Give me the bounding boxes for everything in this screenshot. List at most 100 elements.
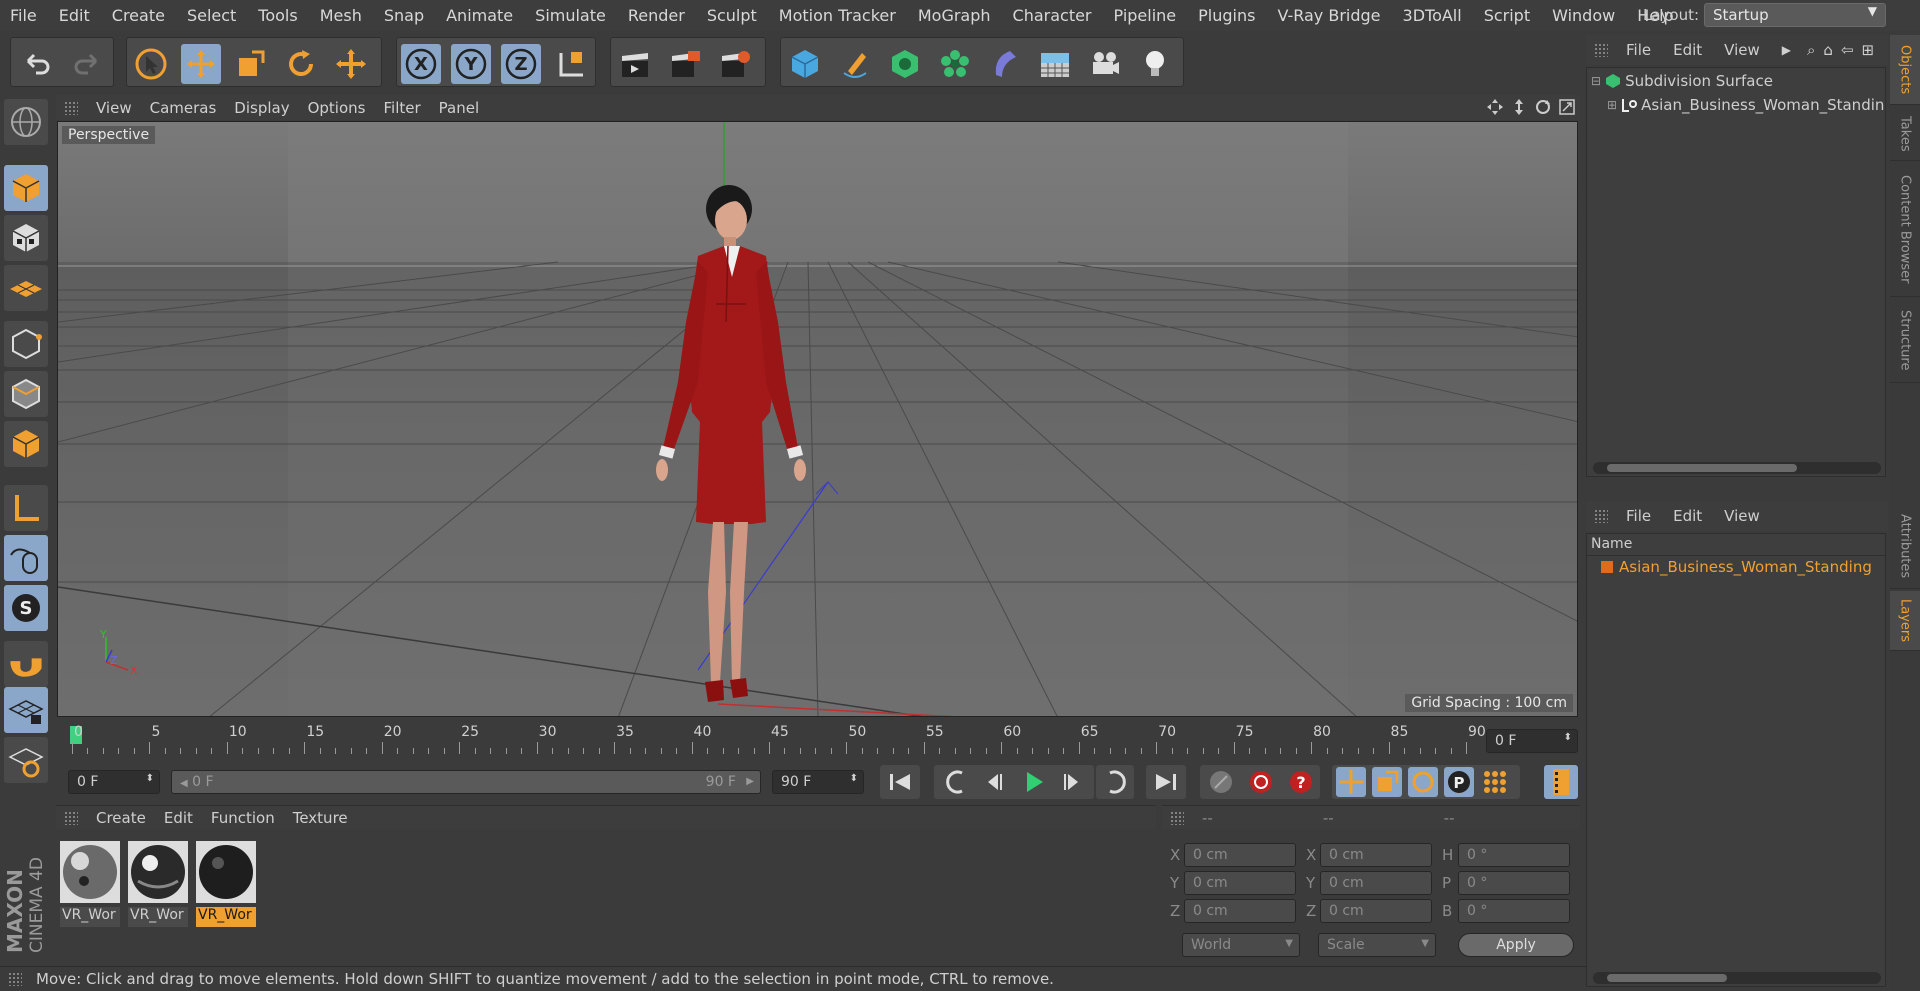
live-selection-button[interactable] — [331, 44, 371, 84]
menu-mograph[interactable]: MoGraph — [908, 6, 1003, 25]
scale-key-button[interactable] — [1372, 767, 1402, 797]
rotation-key-button[interactable] — [1408, 767, 1438, 797]
objects-menu-edit[interactable]: Edit — [1673, 41, 1702, 59]
viewport-menu-cameras[interactable]: Cameras — [150, 99, 217, 117]
maximize-view-icon[interactable] — [1558, 98, 1576, 116]
position-key-button[interactable] — [1336, 767, 1366, 797]
layers-menu-file[interactable]: File — [1626, 507, 1651, 525]
menu-motion-tracker[interactable]: Motion Tracker — [769, 6, 908, 25]
size-mode-dropdown[interactable]: Scale ▼ — [1318, 933, 1436, 957]
undo-button[interactable] — [17, 44, 57, 84]
objects-menu-file[interactable]: File — [1626, 41, 1651, 59]
autokey-icon[interactable] — [1246, 767, 1276, 797]
home-icon[interactable]: ⌂ — [1823, 41, 1833, 59]
menu-snap[interactable]: Snap — [374, 6, 436, 25]
menu-animate[interactable]: Animate — [436, 6, 525, 25]
layer-color-swatch[interactable] — [1601, 561, 1613, 573]
rotate-view-icon[interactable] — [1534, 98, 1552, 116]
z-axis-button[interactable]: Z — [501, 44, 541, 84]
camera-button[interactable] — [1085, 44, 1125, 84]
menu-render[interactable]: Render — [618, 6, 697, 25]
menu-sculpt[interactable]: Sculpt — [697, 6, 769, 25]
position-z-field[interactable]: 0 cm — [1184, 899, 1296, 923]
material-menu-edit[interactable]: Edit — [164, 809, 193, 827]
snapping-button[interactable] — [4, 641, 48, 687]
play-icon[interactable] — [1016, 765, 1052, 799]
select-tool-button[interactable] — [131, 44, 171, 84]
tab-content-browser[interactable]: Content Browser — [1890, 163, 1920, 297]
material-menu-function[interactable]: Function — [211, 809, 275, 827]
redo-button[interactable] — [67, 44, 107, 84]
frame-range-slider[interactable]: ◀ 0 F 90 F ▶ — [171, 770, 761, 794]
panel-grip-icon[interactable] — [1170, 810, 1184, 825]
coordinate-system-button[interactable] — [551, 44, 591, 84]
menu-create[interactable]: Create — [102, 6, 177, 25]
panel-grip-icon[interactable] — [1594, 509, 1608, 523]
menu-3dtoall[interactable]: 3DToAll — [1393, 6, 1474, 25]
rotation-h-field[interactable]: 0 ° — [1458, 843, 1570, 867]
size-z-field[interactable]: 0 cm — [1320, 899, 1432, 923]
scale-tool-button[interactable] — [231, 44, 271, 84]
go-to-start-button[interactable] — [880, 765, 920, 799]
current-frame-field[interactable]: 0 F ⬍ — [1486, 729, 1578, 753]
layer-item[interactable]: Asian_Business_Woman_Standing — [1601, 558, 1872, 576]
menu-tools[interactable]: Tools — [248, 6, 309, 25]
tweak-mode-button[interactable] — [4, 535, 48, 581]
x-axis-button[interactable]: X — [401, 44, 441, 84]
layers-menu-edit[interactable]: Edit — [1673, 507, 1702, 525]
rotate-tool-button[interactable] — [281, 44, 321, 84]
cube-object-button[interactable] — [785, 44, 825, 84]
horizontal-scrollbar[interactable] — [1593, 462, 1881, 474]
edges-mode-button[interactable] — [4, 371, 48, 417]
rotation-p-field[interactable]: 0 ° — [1458, 871, 1570, 895]
light-button[interactable] — [1135, 44, 1175, 84]
record-disabled-icon[interactable] — [1206, 767, 1236, 797]
menu-window[interactable]: Window — [1542, 6, 1627, 25]
next-frame-icon[interactable] — [1054, 765, 1090, 799]
material-swatch[interactable]: VR_Wor — [128, 841, 188, 927]
perspective-viewport[interactable]: Perspective Grid Spacing : 100 cm Y Z X — [57, 121, 1578, 717]
viewport-menu-filter[interactable]: Filter — [383, 99, 420, 117]
solo-mode-button[interactable]: S — [4, 585, 48, 631]
pan-view-icon[interactable] — [1486, 98, 1504, 116]
next-key-button[interactable] — [1096, 765, 1134, 799]
material-swatch-selected[interactable]: VR_Wor — [196, 841, 256, 927]
make-editable-button[interactable] — [4, 99, 48, 145]
pen-spline-button[interactable] — [835, 44, 875, 84]
points-mode-button[interactable] — [4, 321, 48, 367]
material-menu-create[interactable]: Create — [96, 809, 146, 827]
previous-key-icon[interactable] — [938, 765, 974, 799]
scrollbar-thumb[interactable] — [1607, 974, 1727, 982]
panel-grip-icon[interactable] — [64, 100, 78, 115]
menu-select[interactable]: Select — [177, 6, 248, 25]
parameter-key-button[interactable]: P — [1444, 767, 1474, 797]
cloner-button[interactable] — [935, 44, 975, 84]
y-axis-button[interactable]: Y — [451, 44, 491, 84]
objects-menu-view[interactable]: View — [1724, 41, 1760, 59]
tree-item-woman-model[interactable]: ⊞ Asian_Business_Woman_Standin — [1607, 96, 1884, 114]
material-swatch[interactable]: VR_Wor — [60, 841, 120, 927]
viewport-menu-options[interactable]: Options — [308, 99, 366, 117]
move-tool-button[interactable] — [181, 44, 221, 84]
menu-pipeline[interactable]: Pipeline — [1104, 6, 1189, 25]
tab-layers[interactable]: Layers — [1890, 591, 1920, 651]
end-frame-field[interactable]: 90 F ⬍ — [772, 770, 864, 794]
menu-mesh[interactable]: Mesh — [310, 6, 374, 25]
menu-simulate[interactable]: Simulate — [525, 6, 618, 25]
size-y-field[interactable]: 0 cm — [1320, 871, 1432, 895]
more-arrow-icon[interactable]: ▶ — [1782, 43, 1791, 57]
position-y-field[interactable]: 0 cm — [1184, 871, 1296, 895]
tab-attributes[interactable]: Attributes — [1890, 505, 1920, 589]
layout-dropdown[interactable]: Startup ▼ — [1704, 3, 1886, 27]
tab-objects[interactable]: Objects — [1890, 35, 1920, 105]
timeline-window-button[interactable] — [1544, 765, 1578, 799]
menu-plugins[interactable]: Plugins — [1188, 6, 1267, 25]
polygons-mode-button[interactable] — [4, 421, 48, 467]
tree-item-subdivision-surface[interactable]: ⊟ Subdivision Surface — [1591, 72, 1773, 90]
tab-structure[interactable]: Structure — [1890, 299, 1920, 383]
rotation-b-field[interactable]: 0 ° — [1458, 899, 1570, 923]
size-x-field[interactable]: 0 cm — [1320, 843, 1432, 867]
back-icon[interactable]: ⇦ — [1841, 41, 1854, 59]
panel-grip-icon[interactable] — [64, 810, 78, 825]
point-level-key-button[interactable] — [1480, 767, 1510, 797]
